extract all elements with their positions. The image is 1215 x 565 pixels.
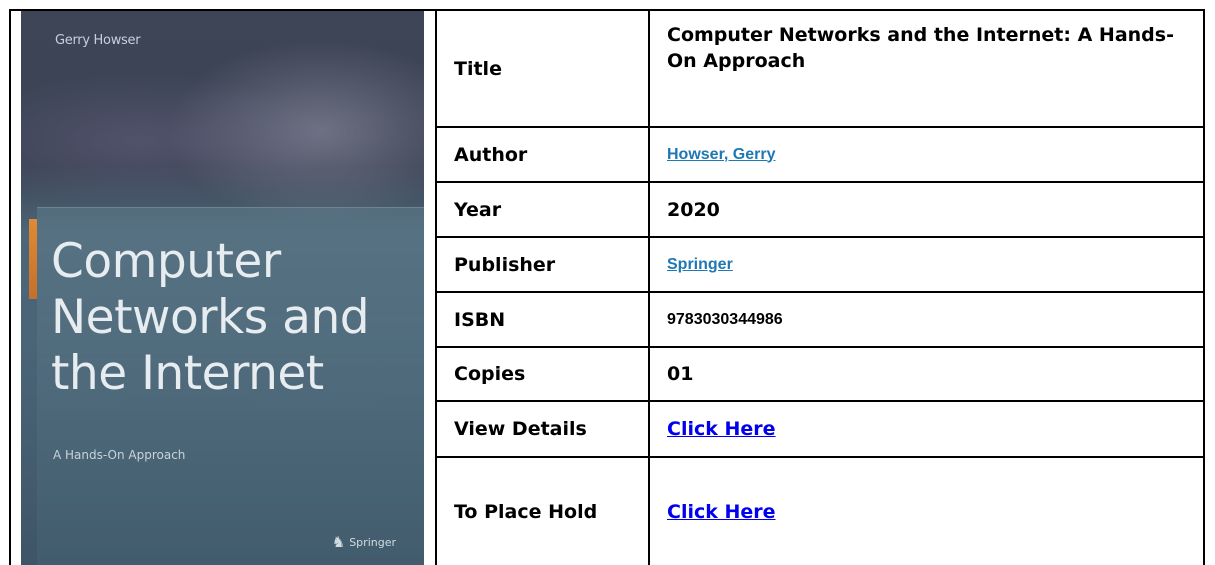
publisher-label: Publisher xyxy=(454,253,556,276)
cover-title-line: the Internet xyxy=(51,346,324,401)
cover-accent-bar xyxy=(29,219,37,299)
publisher-link[interactable]: Springer xyxy=(667,256,733,274)
table-right-border xyxy=(1203,9,1205,565)
place-hold-label: To Place Hold xyxy=(454,500,598,523)
cover-title-line: Networks and xyxy=(51,290,370,345)
copies-label: Copies xyxy=(454,363,526,385)
table-left-border xyxy=(9,9,11,565)
cover-author: Gerry Howser xyxy=(55,33,141,48)
cover-publisher: ♞ Springer xyxy=(332,535,396,550)
title-label: Title xyxy=(454,57,502,80)
author-cell: Howser, Gerry xyxy=(667,128,1187,181)
isbn-cell: 9783030344986 xyxy=(667,293,1187,346)
springer-horse-icon: ♞ xyxy=(331,533,346,551)
isbn-label: ISBN xyxy=(454,308,506,331)
title-value: Computer Networks and the Internet: A Ha… xyxy=(667,24,1174,72)
cover-title-line: Computer xyxy=(51,234,281,289)
place-hold-cell: Click Here xyxy=(667,458,1187,565)
copies-value: 01 xyxy=(667,363,694,385)
view-details-link[interactable]: Click Here xyxy=(667,418,776,440)
author-link[interactable]: Howser, Gerry xyxy=(667,146,776,164)
author-label: Author xyxy=(454,143,528,166)
isbn-value: 9783030344986 xyxy=(667,310,783,328)
place-hold-link[interactable]: Click Here xyxy=(667,501,776,523)
label-right-border xyxy=(648,9,650,565)
cover-right-border xyxy=(435,9,437,565)
view-details-cell: Click Here xyxy=(667,402,1187,456)
publisher-cell: Springer xyxy=(667,238,1187,291)
year-label: Year xyxy=(454,198,502,221)
year-value: 2020 xyxy=(667,198,720,221)
view-details-label: View Details xyxy=(454,418,587,440)
book-cover-image: Gerry Howser Computer Networks and the I… xyxy=(21,11,424,565)
cover-subtitle: A Hands-On Approach xyxy=(53,448,186,462)
cover-publisher-label: Springer xyxy=(349,536,396,549)
